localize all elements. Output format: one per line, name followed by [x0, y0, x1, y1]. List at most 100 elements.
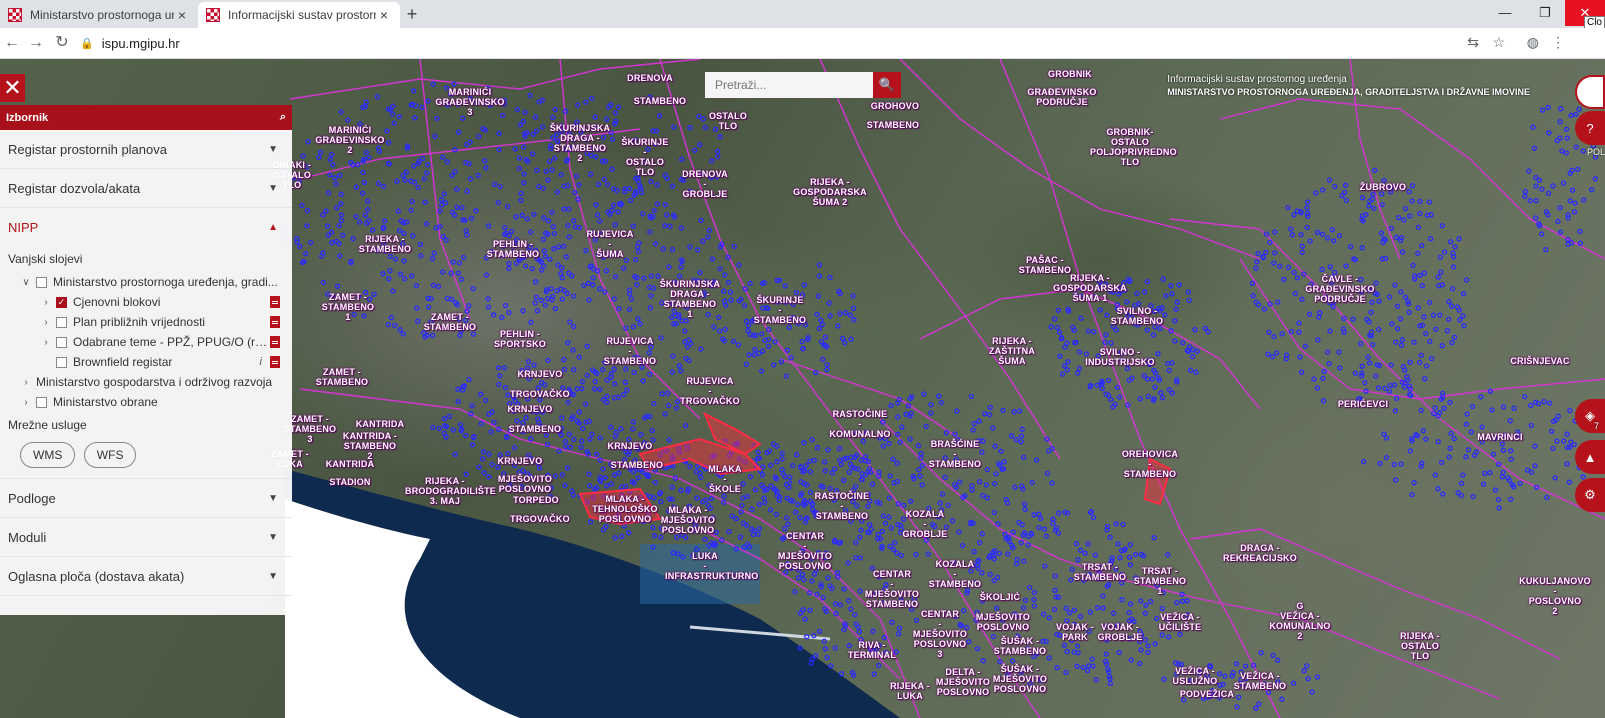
parcel-dot	[1289, 232, 1296, 238]
parcel-dot	[1002, 531, 1008, 537]
forward-arrow-icon[interactable]: →	[26, 34, 46, 52]
restore-button[interactable]: ❐	[1525, 0, 1565, 26]
section-nipp[interactable]: NIPP ▲	[0, 208, 292, 246]
menu-kebab-icon[interactable]: ⋮	[1551, 34, 1565, 51]
profile-icon[interactable]: ◍	[1527, 34, 1539, 51]
parcel-dot	[567, 319, 573, 325]
layer-tree-row[interactable]: ∨ Ministarstvo prostornoga uređenja, grad…	[20, 272, 292, 292]
tab-close-icon[interactable]: ×	[376, 7, 392, 23]
document-icon[interactable]	[270, 296, 280, 308]
layer-checkbox[interactable]	[36, 276, 47, 288]
parcel-dot	[1234, 704, 1240, 710]
section-podloge[interactable]: Podloge ▼	[0, 479, 292, 518]
bookmark-star-icon[interactable]: ☆	[1492, 34, 1505, 51]
layers-button[interactable]: ◈	[1575, 399, 1605, 433]
parcel-dot	[954, 408, 960, 414]
document-icon[interactable]	[270, 336, 280, 348]
section-oglasna-ploca[interactable]: Oglasna ploča (dostava akata) ▼	[0, 557, 292, 596]
tab-close-icon[interactable]: ×	[174, 7, 190, 23]
parcel-dot	[1567, 198, 1573, 204]
back-arrow-icon[interactable]: ←	[2, 34, 22, 52]
parcel-dot	[1004, 500, 1011, 506]
layer-checkbox[interactable]: ✓	[56, 296, 67, 308]
layer-tree-row[interactable]: › Plan približnih vrijednosti	[20, 312, 292, 332]
browser-tab-1[interactable]: Ministarstvo prostornoga uređenja ×	[0, 2, 198, 28]
parcel-dot	[1552, 475, 1558, 481]
new-tab-button[interactable]: +	[402, 4, 422, 24]
parcel-dot	[715, 153, 721, 160]
chevron-right-icon[interactable]: ›	[40, 317, 52, 328]
parcel-dot	[402, 177, 408, 183]
info-icon[interactable]: i	[260, 356, 262, 368]
reload-icon[interactable]: ↻	[52, 34, 72, 52]
search-button[interactable]: 🔍	[873, 72, 901, 98]
search-input[interactable]	[705, 72, 873, 98]
parcel-dot	[423, 221, 430, 227]
parcel-dot	[824, 654, 830, 661]
chevron-right-icon[interactable]: ›	[40, 337, 52, 348]
help-button[interactable]: ?	[1575, 111, 1605, 145]
wms-button[interactable]: WMS	[20, 442, 76, 468]
parcel-dot	[1383, 454, 1390, 461]
parcel-dot	[1317, 310, 1323, 316]
parcel-dot	[1018, 539, 1024, 546]
layer-tree-row[interactable]: › Odabrane teme - PPŽ, PPUG/O (ru...	[20, 332, 292, 352]
url-field[interactable]: 🔒 ispu.mgipu.hr	[80, 32, 1520, 54]
parcel-dot	[790, 462, 796, 469]
parcel-dot	[455, 386, 461, 392]
layer-checkbox[interactable]	[56, 336, 67, 348]
parcel-dot	[1046, 448, 1052, 454]
parcel-dot	[827, 274, 833, 281]
parcel-dot	[755, 449, 761, 456]
tools-button[interactable]: ▲	[1575, 440, 1605, 474]
close-sidebar-button[interactable]: ✕	[0, 74, 25, 102]
layer-tree-row[interactable]: › ✓ Cjenovni blokovi	[20, 292, 292, 312]
layer-checkbox[interactable]	[36, 396, 47, 408]
parcel-dot	[851, 465, 858, 471]
section-registar-dozvola[interactable]: Registar dozvola/akata ▼	[0, 169, 292, 208]
parcel-dot	[651, 400, 657, 407]
zone-label: MLAKA - ŠKOLE	[708, 464, 742, 494]
translate-icon[interactable]: ⇆	[1467, 34, 1479, 51]
sidebar-search-icon[interactable]: ⌕	[280, 111, 286, 124]
settings-button[interactable]: ⚙	[1575, 478, 1605, 512]
parcel-dot	[1297, 354, 1303, 360]
parcel-dot	[1409, 198, 1415, 204]
chevron-right-icon[interactable]: ›	[40, 297, 52, 308]
parcel-dot	[585, 280, 592, 286]
map-canvas[interactable]: DRENOVA STAMBENO MARINIĆI GRAĐEVINSKO 3 GRO…	[0, 59, 1605, 718]
parcel-dot	[1522, 188, 1529, 195]
parcel-dot	[880, 443, 886, 449]
layer-checkbox[interactable]	[56, 356, 67, 368]
parcel-dot	[581, 282, 587, 289]
parcel-dot	[1545, 190, 1552, 197]
document-icon[interactable]	[270, 356, 280, 368]
layer-tree-row[interactable]: › Ministarstvo obrane	[20, 392, 292, 412]
parcel-dot	[345, 117, 351, 123]
parcel-dot	[736, 262, 742, 268]
layer-checkbox[interactable]	[56, 316, 67, 328]
chevron-right-icon[interactable]: ›	[20, 377, 32, 388]
parcel-dot	[549, 297, 555, 303]
parcel-dot	[1441, 405, 1447, 411]
layer-tree-row[interactable]: › Ministarstvo gospodarstva i održivog ra…	[20, 372, 292, 392]
parcel-dot	[1285, 204, 1291, 211]
parcel-dot	[490, 312, 497, 318]
parcel-dot	[1402, 380, 1408, 386]
browser-tab-2[interactable]: Informacijski sustav prostornog u ×	[198, 2, 400, 28]
parcel-dot	[1163, 293, 1169, 299]
minimize-button[interactable]: —	[1485, 0, 1525, 26]
parcel-dot	[597, 477, 603, 483]
chevron-down-icon[interactable]: ∨	[20, 277, 32, 288]
parcel-dot	[1437, 312, 1443, 318]
parcel-dot	[1048, 324, 1054, 330]
chevron-right-icon[interactable]: ›	[20, 397, 32, 408]
wfs-button[interactable]: WFS	[83, 442, 137, 468]
layer-tree-row[interactable]: Brownfield registar i	[20, 352, 292, 372]
parcel-dot	[604, 483, 610, 489]
parcel-dot	[1090, 514, 1097, 521]
parcel-dot	[833, 610, 839, 617]
section-registar-prostornih-planova[interactable]: Registar prostornih planova ▼	[0, 130, 292, 169]
document-icon[interactable]	[270, 316, 280, 328]
section-moduli[interactable]: Moduli ▼	[0, 518, 292, 557]
